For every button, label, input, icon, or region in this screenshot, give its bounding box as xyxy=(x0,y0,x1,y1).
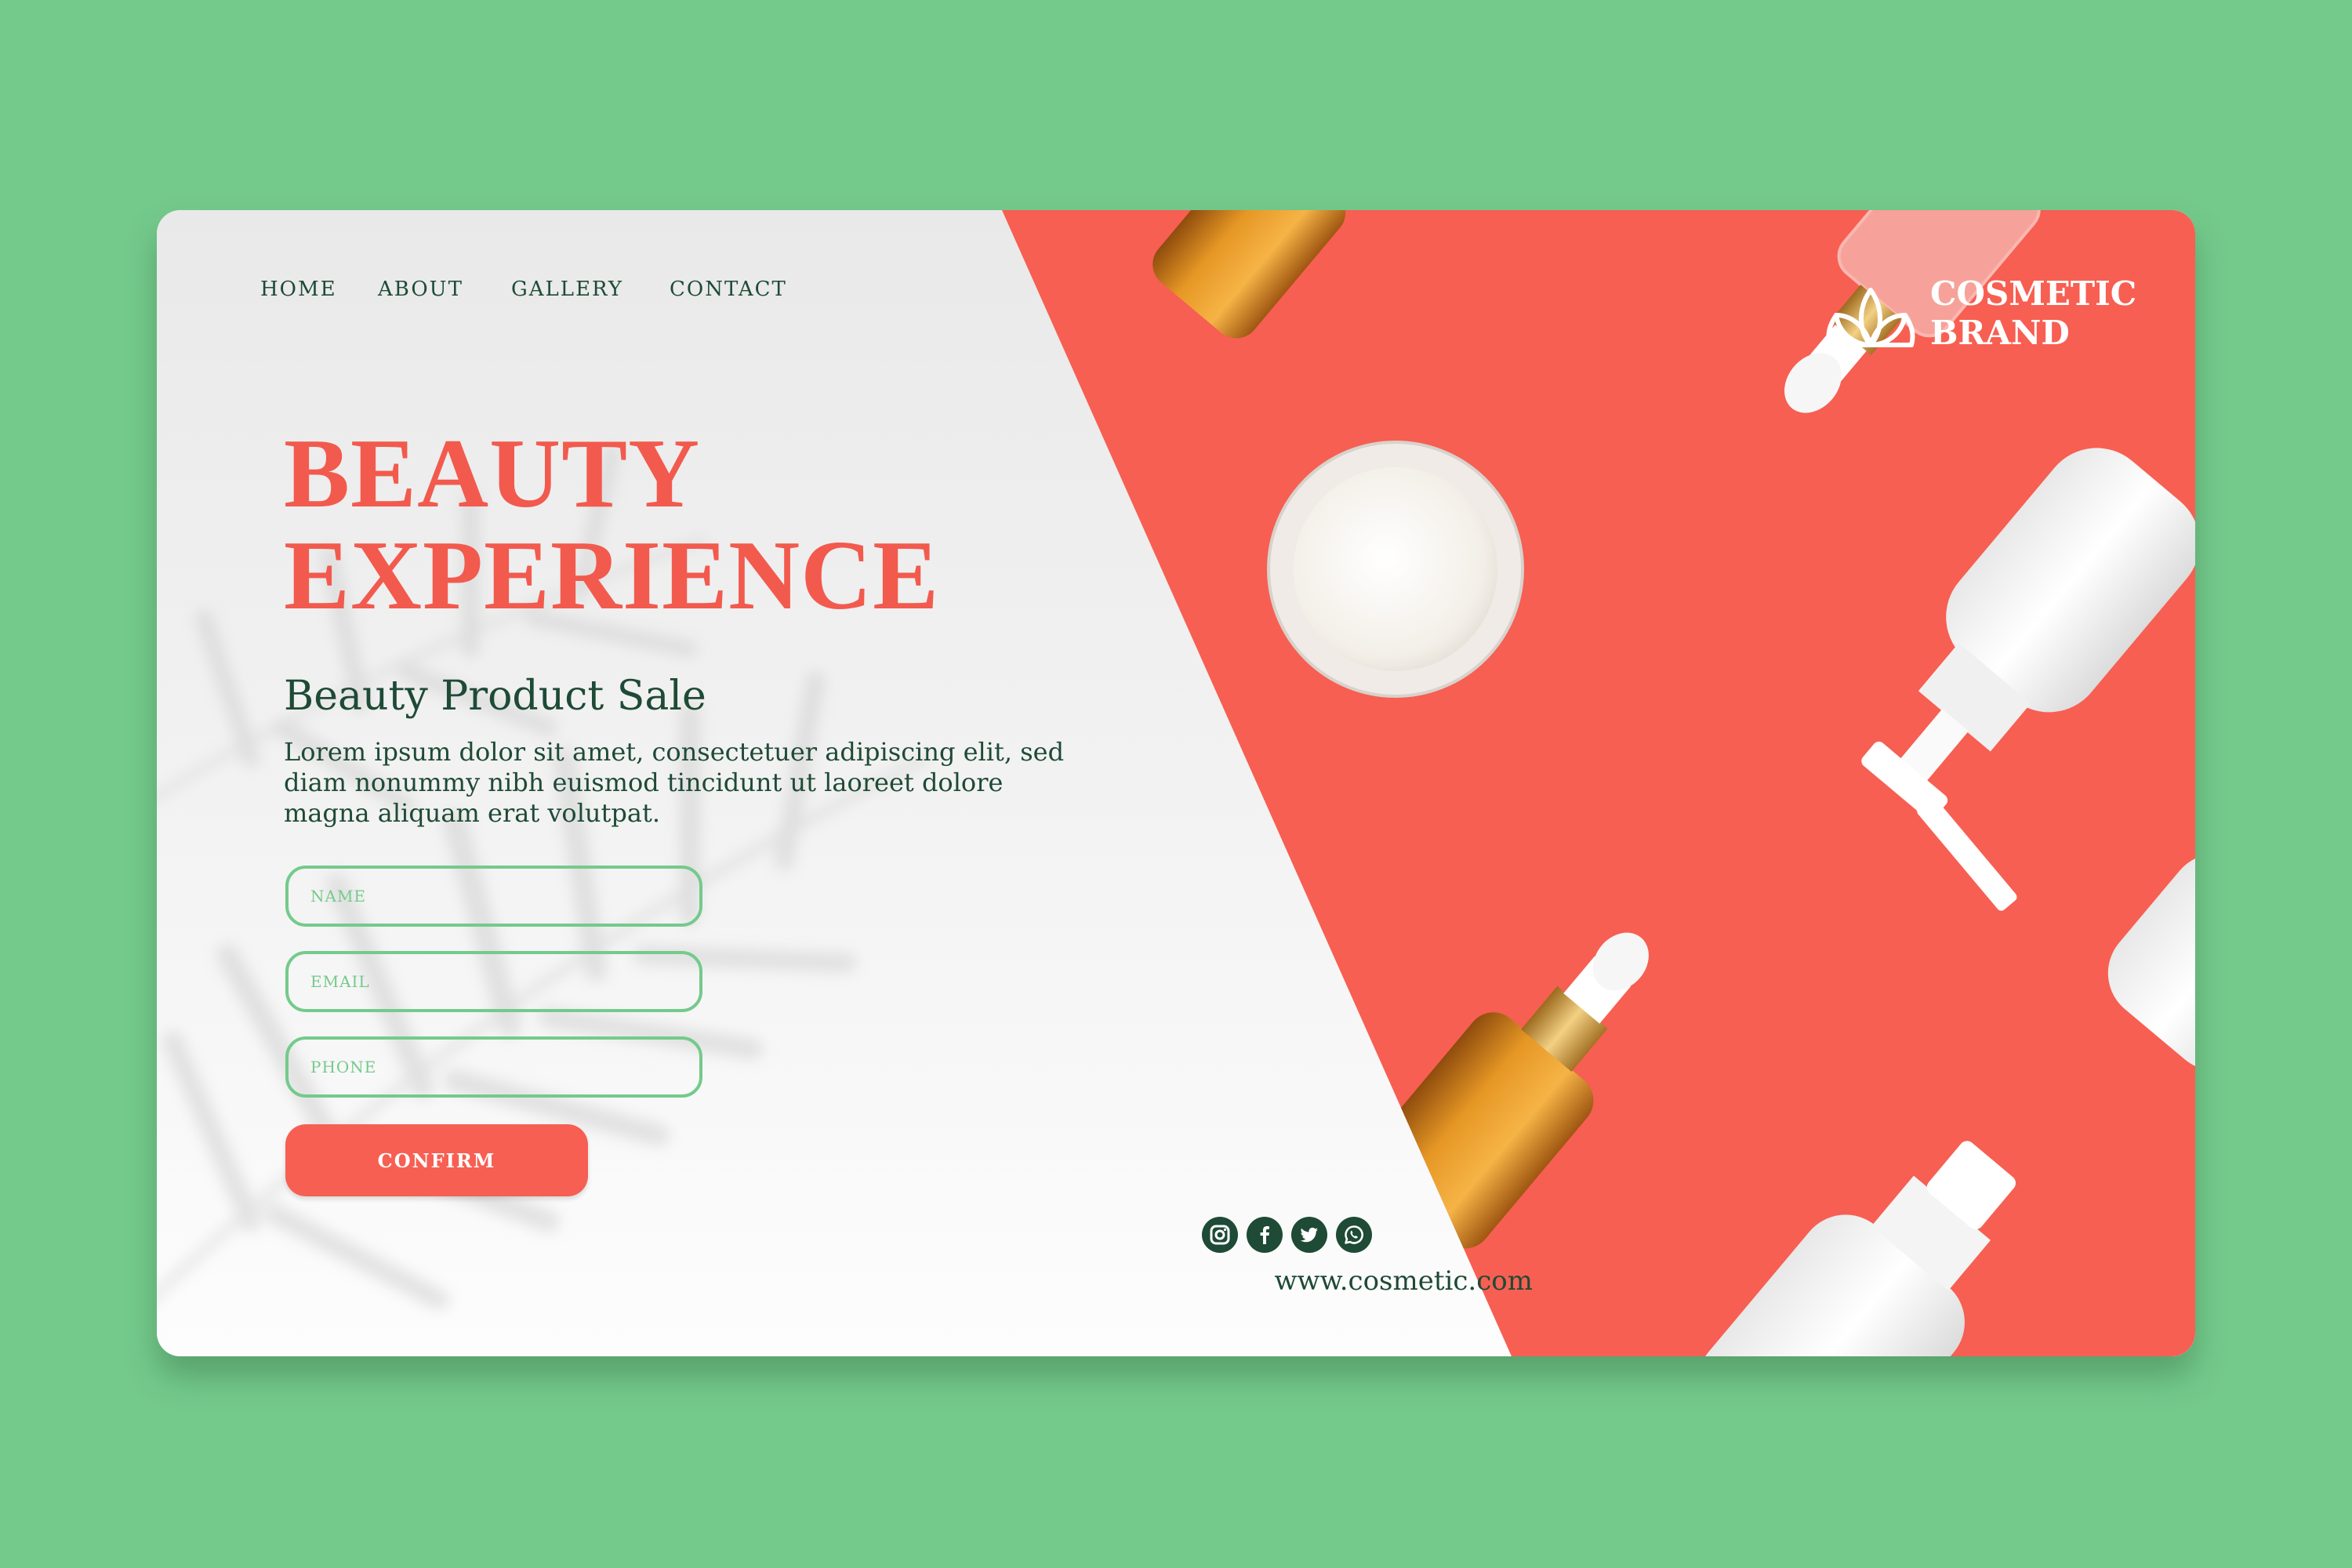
email-field[interactable] xyxy=(285,951,702,1012)
nav-gallery[interactable]: GALLERY xyxy=(511,278,623,301)
website-url[interactable]: www.cosmetic.com xyxy=(1109,1265,1533,1297)
brand-name-line-1: COSMETIC xyxy=(1930,274,2137,313)
brand-logo[interactable]: COSMETIC BRAND xyxy=(1822,274,2159,361)
landing-page-card: HOME ABOUT GALLERY CONTACT BEAUTY EXPERI… xyxy=(157,210,2195,1356)
brand-name-line-2: BRAND xyxy=(1930,314,2070,352)
twitter-icon[interactable] xyxy=(1291,1217,1327,1253)
hero-subtitle: Beauty Product Sale xyxy=(284,673,706,720)
hero-description: Lorem ipsum dolor sit amet, consectetuer… xyxy=(284,737,1065,828)
name-field[interactable] xyxy=(285,866,702,927)
nav-contact[interactable]: CONTACT xyxy=(670,278,787,301)
nav-about[interactable]: ABOUT xyxy=(378,278,463,301)
facebook-icon[interactable] xyxy=(1247,1217,1283,1253)
hero-title-line-1: BEAUTY xyxy=(284,419,701,528)
hero-title-line-2: EXPERIENCE xyxy=(284,521,940,630)
lotus-icon xyxy=(1826,288,1915,347)
brand-name: COSMETIC BRAND xyxy=(1930,274,2136,353)
nav-home[interactable]: HOME xyxy=(260,278,337,301)
hero-title: BEAUTY EXPERIENCE xyxy=(284,423,939,627)
confirm-button[interactable]: CONFIRM xyxy=(285,1124,588,1196)
whatsapp-icon[interactable] xyxy=(1336,1217,1372,1253)
phone-field[interactable] xyxy=(285,1036,702,1098)
instagram-icon[interactable] xyxy=(1202,1217,1238,1253)
